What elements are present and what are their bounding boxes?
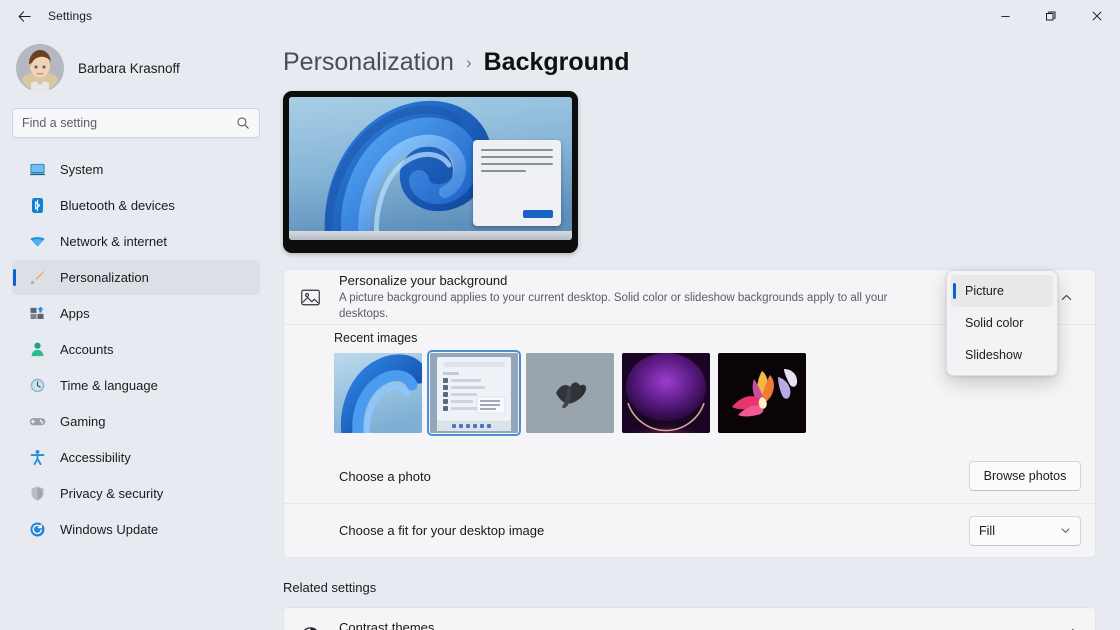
sidebar-item-label: System (60, 162, 104, 177)
accounts-person-icon (28, 341, 46, 359)
restore-button[interactable] (1028, 0, 1074, 32)
bluetooth-icon (28, 197, 46, 215)
preview-area (283, 91, 1096, 257)
related-settings-card: Contrast themes Color themes for low vis… (283, 607, 1096, 630)
choose-photo-row: Choose a photo Browse photos (284, 449, 1095, 503)
breadcrumb: Personalization › Background (283, 32, 1096, 91)
sidebar: Barbara Krasnoff Find a setting System B… (0, 32, 272, 630)
background-type-dropdown-flyout[interactable]: Picture Solid color Slideshow (946, 270, 1058, 376)
sidebar-item-label: Network & internet (60, 234, 167, 249)
thumbnail-bloom-blue[interactable] (334, 353, 422, 433)
network-wifi-icon (28, 233, 46, 251)
sidebar-nav: System Bluetooth & devices Network & int… (12, 152, 260, 547)
contrast-themes-text: Contrast themes Color themes for low vis… (339, 619, 1054, 630)
user-avatar-icon (16, 44, 64, 92)
sidebar-item-system[interactable]: System (12, 152, 260, 187)
accessibility-person-icon (28, 449, 46, 467)
paintbrush-icon (28, 269, 46, 287)
window-title: Settings (48, 9, 93, 23)
thumbnail-purple-glow[interactable] (622, 353, 710, 433)
choose-fit-row: Choose a fit for your desktop image Fill (284, 503, 1095, 557)
desktop-monitor-preview (283, 91, 578, 253)
sidebar-item-label: Windows Update (60, 522, 159, 537)
sidebar-item-label: Bluetooth & devices (60, 198, 175, 213)
sidebar-item-label: Accounts (60, 342, 114, 357)
row-title: Choose a photo (339, 468, 431, 484)
sidebar-item-label: Personalization (60, 270, 149, 285)
personalize-background-text: Personalize your background A picture ba… (339, 272, 917, 322)
account-block[interactable]: Barbara Krasnoff (12, 36, 260, 102)
sidebar-item-windows-update[interactable]: Windows Update (12, 512, 260, 547)
title-bar: Settings (0, 0, 1120, 32)
breadcrumb-separator: › (465, 52, 472, 72)
choose-photo-text: Choose a photo (339, 468, 955, 485)
sidebar-item-time-language[interactable]: Time & language (12, 368, 260, 403)
minimize-button[interactable] (982, 0, 1028, 32)
preview-dialog-button (523, 210, 553, 218)
contrast-circle-icon (298, 626, 322, 630)
contrast-themes-row[interactable]: Contrast themes Color themes for low vis… (284, 608, 1095, 630)
row-title: Personalize your background (339, 273, 508, 288)
sidebar-item-bluetooth-devices[interactable]: Bluetooth & devices (12, 188, 260, 223)
sidebar-item-label: Accessibility (60, 450, 131, 465)
preview-dialog (473, 140, 561, 226)
choose-fit-controls: Fill (969, 515, 1081, 546)
browse-photos-button[interactable]: Browse photos (969, 461, 1081, 491)
choose-photo-controls: Browse photos (969, 461, 1081, 491)
sidebar-item-personalization[interactable]: Personalization (12, 260, 260, 295)
sidebar-item-label: Apps (60, 306, 90, 321)
sidebar-item-label: Time & language (60, 378, 158, 393)
gamepad-icon (28, 413, 46, 431)
sidebar-item-accessibility[interactable]: Accessibility (12, 440, 260, 475)
dropdown-option-solid-color[interactable]: Solid color (951, 307, 1053, 339)
clock-icon (28, 377, 46, 395)
search-icon (237, 117, 249, 129)
sidebar-item-label: Gaming (60, 414, 106, 429)
dropdown-option-label: Slideshow (965, 348, 1022, 362)
sidebar-item-privacy-security[interactable]: Privacy & security (12, 476, 260, 511)
picture-image-icon (298, 287, 322, 308)
related-settings-heading: Related settings (283, 580, 377, 595)
sidebar-item-gaming[interactable]: Gaming (12, 404, 260, 439)
dropdown-option-label: Solid color (965, 316, 1024, 330)
settings-window: Settings Barbara Krasnoff Find a setting… (0, 0, 1120, 630)
thumbnail-start-menu-screenshot[interactable] (427, 350, 521, 436)
preview-taskbar (289, 231, 572, 240)
minimize-icon (1000, 15, 1010, 17)
sidebar-item-network-internet[interactable]: Network & internet (12, 224, 260, 259)
system-icon (28, 161, 46, 179)
thumbnail-bird-grey[interactable] (526, 353, 614, 433)
shield-icon (28, 485, 46, 503)
chevron-up-icon (1061, 294, 1071, 300)
chevron-down-icon (1061, 528, 1070, 533)
account-name: Barbara Krasnoff (78, 60, 180, 76)
fit-select[interactable]: Fill (969, 515, 1081, 546)
row-title: Contrast themes (339, 620, 435, 630)
window-controls (982, 0, 1120, 32)
close-button[interactable] (1074, 0, 1120, 32)
apps-icon (28, 305, 46, 323)
dropdown-option-label: Picture (965, 284, 1004, 298)
sidebar-item-apps[interactable]: Apps (12, 296, 260, 331)
search-input[interactable] (22, 116, 236, 130)
row-title: Choose a fit for your desktop image (339, 523, 545, 538)
dropdown-option-slideshow[interactable]: Slideshow (951, 339, 1053, 371)
sidebar-item-label: Privacy & security (60, 486, 164, 501)
sidebar-item-accounts[interactable]: Accounts (12, 332, 260, 367)
page-title: Background (483, 48, 630, 76)
restore-icon (1046, 11, 1056, 21)
close-icon (1092, 11, 1102, 21)
update-refresh-icon (28, 521, 46, 539)
dropdown-option-picture[interactable]: Picture (951, 275, 1053, 307)
breadcrumb-parent[interactable]: Personalization (283, 48, 454, 77)
avatar (16, 44, 64, 92)
back-arrow-icon (18, 10, 31, 22)
search-box[interactable] (12, 108, 260, 138)
monitor-screen (289, 97, 572, 240)
row-subtitle: A picture background applies to your cur… (339, 292, 888, 320)
choose-fit-text: Choose a fit for your desktop image (339, 522, 955, 539)
fit-select-value: Fill (979, 523, 995, 538)
thumbnail-colorful-flower[interactable] (718, 353, 806, 433)
back-button[interactable] (6, 1, 42, 31)
